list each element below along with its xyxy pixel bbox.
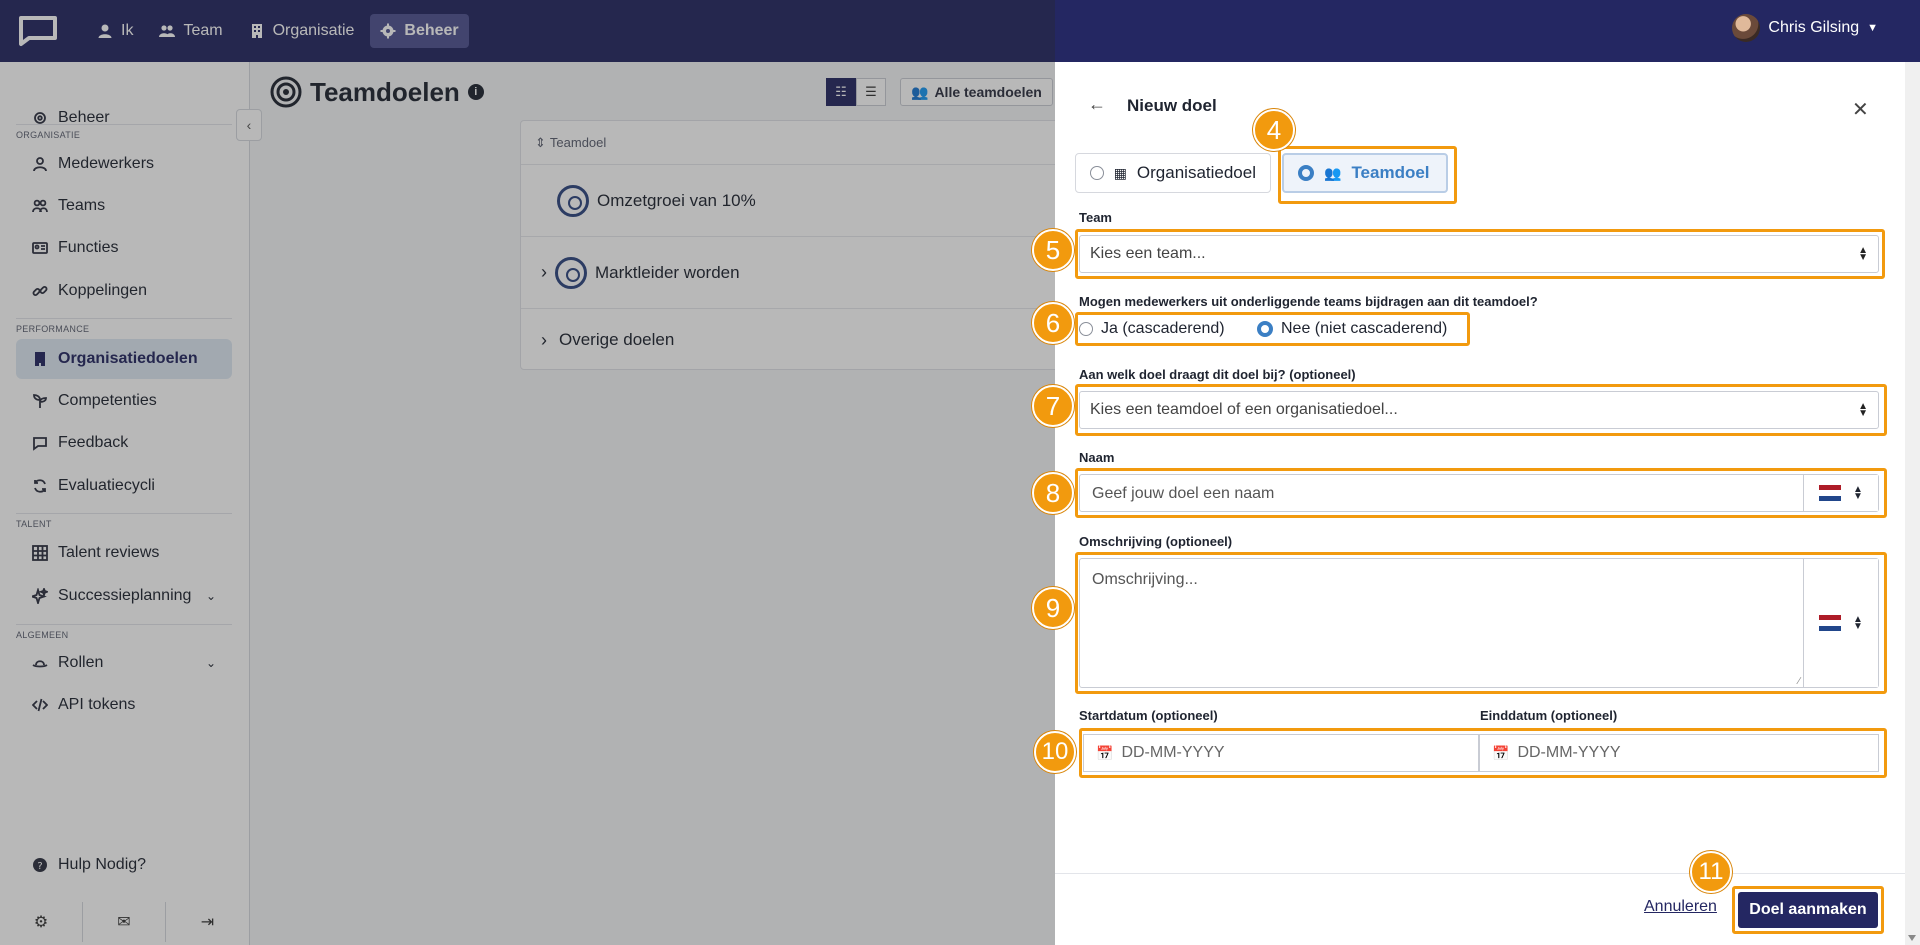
end-date-placeholder: DD-MM-YYYY	[1517, 744, 1621, 761]
end-date-label: Einddatum (optioneel)	[1480, 708, 1618, 723]
users-icon: 👥	[1324, 164, 1342, 181]
cancel-button[interactable]: Annuleren	[1644, 898, 1717, 916]
start-date-label: Startdatum (optioneel)	[1079, 708, 1218, 723]
panel-title: Nieuw doel	[1127, 96, 1217, 115]
team-select[interactable]: Kies een team... ▲ ▼	[1079, 235, 1879, 273]
cascade-yes-label: Ja (cascaderend)	[1101, 320, 1225, 337]
radio-button	[1090, 166, 1104, 180]
start-date-placeholder: DD-MM-YYYY	[1121, 744, 1225, 761]
modal-backdrop[interactable]	[0, 0, 1055, 945]
name-label: Naam	[1079, 450, 1115, 465]
callout-badge: 8	[1032, 472, 1074, 514]
caret-down-icon: ▼	[1867, 22, 1878, 34]
sort-arrows-icon: ▲ ▼	[1858, 401, 1868, 419]
type-teamdoel-option[interactable]: 👥 Teamdoel	[1282, 153, 1448, 193]
radio-button	[1079, 322, 1093, 336]
description-textarea[interactable]: Omschrijving... ▲ ▼ ∕	[1079, 558, 1879, 688]
cascade-no-radio[interactable]: Nee (niet cascaderend)	[1257, 320, 1447, 338]
language-select[interactable]: ▲ ▼	[1803, 475, 1878, 511]
panel-footer-divider	[1055, 873, 1905, 874]
language-select[interactable]: ▲ ▼	[1803, 559, 1878, 687]
type-org-label: Organisatiedoel	[1136, 163, 1256, 182]
user-name: Chris Gilsing	[1768, 19, 1860, 36]
panel-scrollbar[interactable]	[1905, 62, 1920, 945]
back-arrow-icon[interactable]: ←	[1088, 94, 1106, 115]
sort-arrows-icon: ▲ ▼	[1853, 484, 1863, 502]
cascade-question: Mogen medewerkers uit onderliggende team…	[1079, 294, 1538, 309]
start-date-input[interactable]: 📅 DD-MM-YYYY	[1083, 734, 1479, 772]
type-organisatiedoel-option[interactable]: ▦ Organisatiedoel	[1075, 153, 1271, 193]
name-placeholder: Geef jouw doel een naam	[1092, 485, 1275, 502]
callout-badge: 9	[1032, 587, 1074, 629]
end-date-input[interactable]: 📅 DD-MM-YYYY	[1479, 734, 1879, 772]
building-icon: ▦	[1113, 164, 1127, 181]
calendar-icon: 📅	[1492, 744, 1510, 761]
cascade-yes-radio[interactable]: Ja (cascaderend)	[1079, 320, 1225, 338]
create-goal-button[interactable]: Doel aanmaken	[1738, 892, 1878, 928]
parent-goal-select[interactable]: Kies een teamdoel of een organisatiedoel…	[1079, 391, 1879, 429]
callout-badge: 11	[1690, 851, 1732, 893]
description-label: Omschrijving (optioneel)	[1079, 534, 1233, 549]
resize-handle-icon[interactable]: ∕	[1798, 676, 1800, 687]
parent-goal-value: Kies een teamdoel of een organisatiedoel…	[1090, 401, 1398, 418]
calendar-icon: 📅	[1096, 744, 1114, 761]
team-label: Team	[1079, 210, 1112, 225]
callout-badge: 6	[1032, 302, 1074, 344]
dutch-flag-icon	[1819, 485, 1842, 501]
type-team-label: Teamdoel	[1351, 163, 1430, 182]
description-placeholder: Omschrijving...	[1092, 571, 1198, 588]
team-select-value: Kies een team...	[1090, 245, 1206, 262]
cascade-no-label: Nee (niet cascaderend)	[1281, 320, 1448, 337]
radio-button	[1298, 165, 1314, 181]
close-icon[interactable]: ✕	[1852, 97, 1869, 122]
contributes-label: Aan welk doel draagt dit doel bij? (opti…	[1079, 367, 1356, 382]
callout-badge: 7	[1032, 385, 1074, 427]
name-input[interactable]: Geef jouw doel een naam ▲ ▼	[1079, 474, 1879, 512]
radio-button	[1257, 321, 1273, 337]
dutch-flag-icon	[1819, 615, 1842, 631]
callout-badge: 5	[1032, 229, 1074, 271]
sort-arrows-icon: ▲ ▼	[1853, 614, 1863, 632]
create-goal-label: Doel aanmaken	[1749, 901, 1867, 918]
callout-badge: 4	[1253, 109, 1295, 151]
callout-badge: 10	[1034, 731, 1076, 773]
sort-arrows-icon: ▲ ▼	[1858, 245, 1868, 263]
user-menu[interactable]: Chris Gilsing ▼	[1732, 14, 1878, 42]
avatar	[1732, 14, 1761, 42]
